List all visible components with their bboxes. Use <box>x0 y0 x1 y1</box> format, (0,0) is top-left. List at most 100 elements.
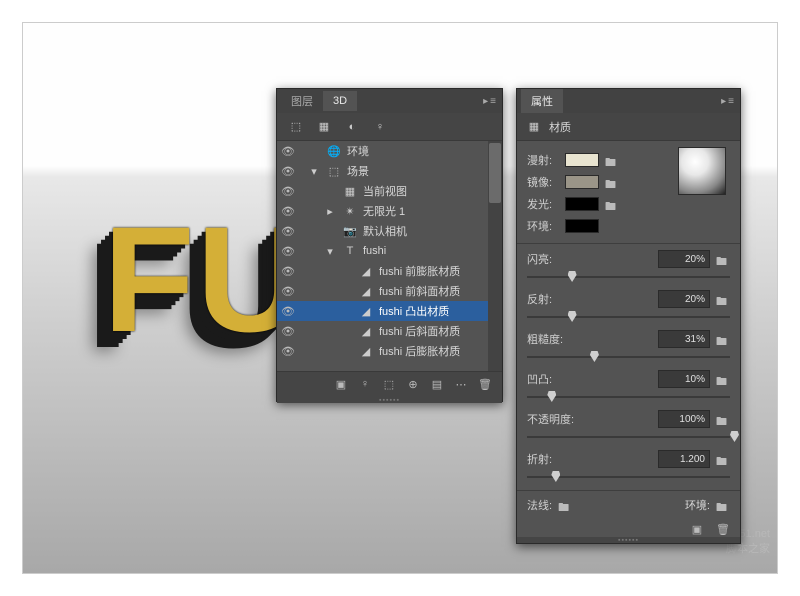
render-icon[interactable]: ▣ <box>334 378 348 392</box>
slider-thumb[interactable] <box>551 471 560 482</box>
filter-mesh-icon[interactable]: ▦ <box>317 120 331 134</box>
link-icon[interactable]: ⋯ <box>454 378 468 392</box>
slider-value-input[interactable] <box>658 450 710 468</box>
slider-thumb[interactable] <box>590 351 599 362</box>
tree-row[interactable]: 👁🌐环境 <box>277 141 502 161</box>
tree-item-label: fushi 凸出材质 <box>379 303 498 319</box>
item-type-icon: ◢ <box>359 265 373 278</box>
texture-picker-icon[interactable]: 🖿 <box>716 333 730 345</box>
slider-opacity: 不透明度: 🖿 <box>527 410 730 444</box>
panel-grip[interactable]: ▪▪▪▪▪▪ <box>517 537 740 543</box>
tree-row[interactable]: 👁📷默认相机 <box>277 221 502 241</box>
visibility-icon[interactable]: 👁 <box>281 185 295 198</box>
swatch-illum[interactable] <box>565 197 599 211</box>
slider-value-input[interactable] <box>658 290 710 308</box>
material-preview-sphere[interactable] <box>678 147 726 195</box>
slider-value-input[interactable] <box>658 330 710 348</box>
visibility-icon[interactable]: 👁 <box>281 145 295 158</box>
visibility-icon[interactable]: 👁 <box>281 265 295 278</box>
panel-menu-icon[interactable]: ▸≡ <box>721 96 736 107</box>
texture-picker-icon[interactable]: 🖿 <box>558 499 572 511</box>
label-normals: 法线: <box>527 497 552 513</box>
panel-3d: 图层 3D ▸≡ ⬚ ▦ ◐ ♀ 👁🌐环境👁▾⬚场景👁▦当前视图👁▸✴无限光 1… <box>276 88 503 402</box>
render-icon[interactable]: ▣ <box>690 523 704 537</box>
prop-body: 漫射: 🖿 镜像: 🖿 发光: 🖿 环境: 闪亮:🖿反射:🖿粗糙度:🖿凹凸:🖿不… <box>517 141 740 521</box>
scroll-thumb[interactable] <box>489 143 501 203</box>
tree-row[interactable]: 👁▦当前视图 <box>277 181 502 201</box>
tab-properties[interactable]: 属性 <box>521 89 563 113</box>
item-type-icon: ◢ <box>359 325 373 338</box>
disclosure-icon[interactable]: ▸ <box>323 205 337 218</box>
tree-scrollbar[interactable] <box>488 141 502 371</box>
light-icon[interactable]: ♀ <box>358 378 372 392</box>
slider-label: 反射: <box>527 291 552 307</box>
tree-row[interactable]: 👁◢fushi 后斜面材质 <box>277 321 502 341</box>
texture-picker-icon[interactable]: 🖿 <box>716 293 730 305</box>
slider-track[interactable] <box>527 470 730 484</box>
texture-picker-icon[interactable]: 🖿 <box>605 176 619 188</box>
slider-track[interactable] <box>527 350 730 364</box>
swatch-specular[interactable] <box>565 175 599 189</box>
slider-label: 不透明度: <box>527 411 574 427</box>
texture-picker-icon[interactable]: 🖿 <box>605 198 619 210</box>
disclosure-icon[interactable]: ▾ <box>307 165 321 178</box>
visibility-icon[interactable]: 👁 <box>281 165 295 178</box>
slider-thumb[interactable] <box>568 271 577 282</box>
swatch-diffuse[interactable] <box>565 153 599 167</box>
tab-layers[interactable]: 图层 <box>281 89 323 113</box>
tree-row[interactable]: 👁◢fushi 后膨胀材质 <box>277 341 502 361</box>
tree-row[interactable]: 👁▾⬚场景 <box>277 161 502 181</box>
texture-picker-icon[interactable]: 🖿 <box>716 253 730 265</box>
tree-row[interactable]: 👁◢fushi 凸出材质 <box>277 301 502 321</box>
tree-item-label: 当前视图 <box>363 183 498 199</box>
disclosure-icon[interactable]: ▾ <box>323 245 337 258</box>
texture-picker-icon[interactable]: 🖿 <box>605 154 619 166</box>
texture-picker-icon[interactable]: 🖿 <box>716 499 730 511</box>
panel-grip[interactable]: ▪▪▪▪▪▪ <box>277 397 502 403</box>
row-illum: 发光: 🖿 <box>527 193 730 215</box>
texture-picker-icon[interactable]: 🖿 <box>716 453 730 465</box>
label-specular: 镜像: <box>527 174 559 190</box>
visibility-icon[interactable]: 👁 <box>281 325 295 338</box>
tree-row[interactable]: 👁◢fushi 前斜面材质 <box>277 281 502 301</box>
slider-track[interactable] <box>527 430 730 444</box>
visibility-icon[interactable]: 👁 <box>281 225 295 238</box>
swatch-ambient[interactable] <box>565 219 599 233</box>
filter-light-icon[interactable]: ♀ <box>373 120 387 134</box>
visibility-icon[interactable]: 👁 <box>281 245 295 258</box>
slider-thumb[interactable] <box>568 311 577 322</box>
new-icon[interactable]: ⬚ <box>382 378 396 392</box>
tree-row[interactable]: 👁◢fushi 前膨胀材质 <box>277 261 502 281</box>
slider-reflect: 反射: 🖿 <box>527 290 730 324</box>
trash-icon[interactable]: 🗑 <box>478 378 492 392</box>
slider-label: 折射: <box>527 451 552 467</box>
slider-thumb[interactable] <box>547 391 556 402</box>
slider-rough: 粗糙度:🖿 <box>527 330 730 364</box>
slider-track[interactable] <box>527 270 730 284</box>
visibility-icon[interactable]: 👁 <box>281 285 295 298</box>
bake-icon[interactable]: ▤ <box>430 378 444 392</box>
filter-material-icon[interactable]: ◐ <box>345 120 359 134</box>
tree-item-label: fushi 前斜面材质 <box>379 283 498 299</box>
tree-row[interactable]: 👁▸✴无限光 1 <box>277 201 502 221</box>
label-env: 环境: <box>685 497 710 513</box>
filter-scene-icon[interactable]: ⬚ <box>289 120 303 134</box>
panel-menu-icon[interactable]: ▸≡ <box>483 96 498 107</box>
visibility-icon[interactable]: 👁 <box>281 345 295 358</box>
slider-value-input[interactable] <box>658 250 710 268</box>
tree-row[interactable]: 👁▾Tfushi <box>277 241 502 261</box>
slider-value-input[interactable] <box>658 410 710 428</box>
texture-picker-icon[interactable]: 🖿 <box>716 373 730 385</box>
item-type-icon: 🌐 <box>327 145 341 158</box>
slider-track[interactable] <box>527 390 730 404</box>
slider-track[interactable] <box>527 310 730 324</box>
visibility-icon[interactable]: 👁 <box>281 205 295 218</box>
texture-picker-icon[interactable]: 🖿 <box>716 413 730 425</box>
add-icon[interactable]: ⊕ <box>406 378 420 392</box>
slider-thumb[interactable] <box>730 431 739 442</box>
trash-icon[interactable]: 🗑 <box>716 523 730 537</box>
slider-label: 凹凸: <box>527 371 552 387</box>
visibility-icon[interactable]: 👁 <box>281 305 295 318</box>
slider-value-input[interactable] <box>658 370 710 388</box>
tab-3d[interactable]: 3D <box>323 91 357 111</box>
